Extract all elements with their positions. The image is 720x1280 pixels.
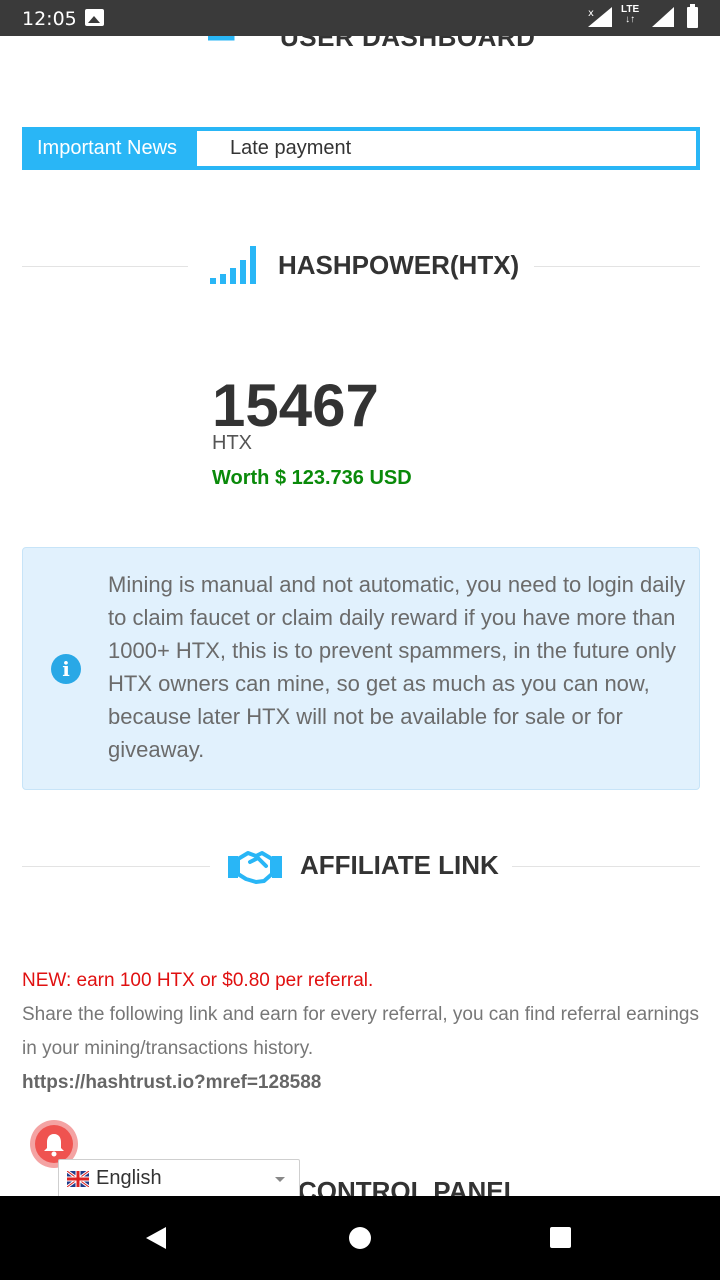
balance-amount: 15467: [212, 372, 379, 439]
referral-promo: NEW: earn 100 HTX or $0.80 per referral.: [22, 970, 374, 991]
referral-description: Share the following link and earn for ev…: [22, 1004, 699, 1059]
divider: [534, 266, 700, 267]
hashpower-title: HASHPOWER(HTX): [278, 250, 520, 280]
svg-text:x: x: [588, 8, 594, 19]
handshake-icon: [228, 851, 282, 884]
battery-icon: [687, 4, 698, 28]
info-alert: i Mining is manual and not automatic, yo…: [22, 547, 700, 790]
news-text[interactable]: Late payment: [230, 137, 351, 160]
divider: [22, 266, 188, 267]
control-panel-title: CONTROL PANEL: [298, 1176, 520, 1196]
status-time: 12:05: [22, 8, 77, 30]
hashpower-section-header: HASHPOWER(HTX): [0, 246, 720, 286]
important-news-bar: Important News Late payment: [22, 127, 700, 170]
affiliate-section-header: AFFILIATE LINK: [0, 846, 720, 886]
lte-icon: LTE ↓↑: [621, 4, 640, 25]
dashboard-icon: [208, 36, 235, 41]
divider: [22, 866, 210, 867]
back-icon[interactable]: [146, 1227, 166, 1249]
referral-link[interactable]: https://hashtrust.io?mref=128588: [22, 1066, 702, 1100]
signal-bars-icon: [210, 246, 256, 284]
news-ticker[interactable]: Late payment: [197, 131, 696, 166]
language-selector[interactable]: English: [58, 1159, 300, 1196]
signal-no-service-icon: x: [588, 7, 612, 27]
bell-icon: [44, 1134, 64, 1157]
dashboard-title: USER DASHBOARD: [280, 36, 536, 52]
news-label: Important News: [37, 137, 178, 159]
hashpower-balance: 15467 HTX Worth $ 123.736 USD: [212, 376, 412, 490]
dashboard-page: USER DASHBOARD Important News Late payme…: [0, 36, 720, 1196]
language-name: English: [96, 1167, 162, 1189]
alert-message: Mining is manual and not automatic, you …: [108, 572, 686, 762]
affiliate-info: NEW: earn 100 HTX or $0.80 per referral.…: [22, 964, 702, 1100]
uk-flag-icon: [67, 1171, 89, 1187]
chevron-down-icon: [275, 1177, 285, 1182]
recents-icon[interactable]: [550, 1227, 571, 1248]
navigation-bar: [0, 1196, 720, 1280]
info-icon: i: [51, 654, 81, 684]
status-bar: 12:05 x LTE ↓↑: [0, 0, 720, 36]
affiliate-title: AFFILIATE LINK: [300, 850, 499, 880]
balance-worth: Worth $ 123.736 USD: [212, 467, 412, 489]
home-icon[interactable]: [349, 1227, 371, 1249]
image-notification-icon: [85, 9, 104, 26]
dashboard-header: USER DASHBOARD: [0, 36, 720, 52]
signal-icon: [652, 7, 674, 27]
divider: [512, 866, 700, 867]
